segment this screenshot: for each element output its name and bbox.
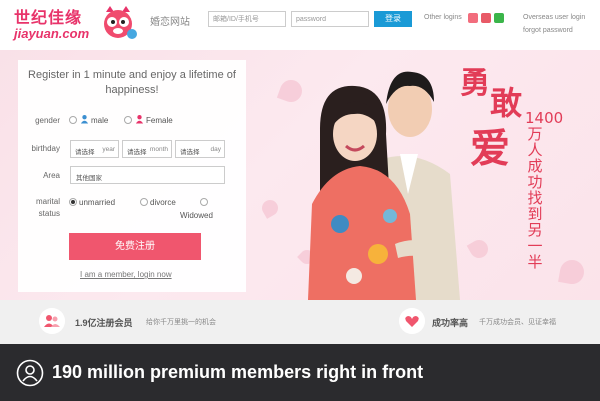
members-icon bbox=[39, 308, 65, 334]
free-register-button[interactable]: 免费注册 bbox=[69, 233, 201, 260]
account-input[interactable] bbox=[208, 11, 286, 27]
birth-year-select[interactable]: 请选择 year bbox=[70, 140, 119, 158]
weibo-icon[interactable] bbox=[481, 13, 491, 23]
area-select[interactable]: 其他国家 bbox=[70, 166, 225, 184]
caption-text: 190 million premium members right in fro… bbox=[52, 362, 424, 382]
marital-unmarried-label[interactable]: unmarried bbox=[79, 198, 115, 207]
area-value: 其他国家 bbox=[76, 175, 102, 182]
feature-members-desc: 给你千万里挑一的机会 bbox=[146, 319, 216, 326]
site-type-label: 婚恋网站 bbox=[150, 17, 190, 28]
gender-male-radio[interactable] bbox=[69, 116, 77, 124]
birth-year-unit: year bbox=[102, 146, 115, 153]
features-bar: 1.9亿注册会员 给你千万里挑一的机会 成功率高 千万成功会员、见证幸福 bbox=[0, 300, 600, 344]
marital-label-line1: marital bbox=[35, 197, 60, 206]
birth-day-value: 请选择 bbox=[180, 149, 200, 156]
headline-char: 勇 bbox=[460, 66, 490, 101]
login-button[interactable]: 登录 bbox=[374, 11, 412, 27]
birth-month-select[interactable]: 请选择 month bbox=[122, 140, 172, 158]
couple-photo bbox=[308, 71, 460, 300]
petal-decoration bbox=[558, 258, 586, 286]
birth-month-value: 请选择 bbox=[127, 149, 147, 156]
marital-divorce-radio[interactable] bbox=[140, 198, 148, 206]
hero-slogan: 1400万人成功找到另一半 bbox=[525, 109, 564, 271]
other-logins-label: Other logins bbox=[424, 14, 462, 21]
birthday-label: birthday bbox=[31, 144, 60, 153]
gender-label: gender bbox=[35, 116, 60, 125]
petal-decoration bbox=[259, 197, 281, 219]
female-icon bbox=[135, 115, 144, 124]
form-title: Register in 1 minute and enjoy a lifetim… bbox=[28, 69, 236, 96]
gender-male-label[interactable]: male bbox=[91, 116, 108, 125]
logo-domain-text: jiayuan.com bbox=[14, 26, 90, 41]
user-icon bbox=[16, 359, 44, 387]
headline-char: 爱 bbox=[470, 125, 510, 172]
marital-widowed-radio[interactable] bbox=[200, 198, 208, 206]
marital-unmarried-radio[interactable] bbox=[69, 198, 77, 206]
birth-month-unit: month bbox=[149, 146, 168, 153]
mascot-icon bbox=[104, 6, 137, 39]
heart-icon bbox=[399, 308, 425, 334]
gender-female-label[interactable]: Female bbox=[146, 116, 173, 125]
qq-icon[interactable] bbox=[468, 13, 478, 23]
area-label: Area bbox=[43, 171, 60, 180]
overseas-login-link[interactable]: Overseas user login bbox=[523, 14, 585, 21]
feature-success-desc: 千万成功会员、见证幸福 bbox=[479, 319, 556, 326]
male-icon bbox=[80, 115, 89, 124]
petal-decoration bbox=[466, 236, 492, 262]
birth-day-unit: day bbox=[210, 146, 221, 153]
forgot-password-link[interactable]: forgot password bbox=[523, 27, 573, 34]
birth-day-select[interactable]: 请选择 day bbox=[175, 140, 225, 158]
site-logo[interactable]: 世纪佳缘 jiayuan.com bbox=[14, 4, 140, 46]
password-input[interactable] bbox=[291, 11, 369, 27]
caption-bar: 190 million premium members right in fro… bbox=[0, 344, 600, 401]
wechat-icon[interactable] bbox=[494, 13, 504, 23]
member-login-link[interactable]: I am a member, login now bbox=[80, 270, 172, 279]
top-header: 世纪佳缘 jiayuan.com 婚恋网站 登录 Other logins Ov… bbox=[0, 0, 600, 50]
logo-chinese-text: 世纪佳缘 bbox=[14, 8, 83, 27]
gender-female-radio[interactable] bbox=[124, 116, 132, 124]
feature-members-title: 1.9亿注册会员 bbox=[75, 318, 133, 328]
feature-success-title: 成功率高 bbox=[432, 318, 469, 328]
birth-year-value: 请选择 bbox=[75, 149, 95, 156]
marital-widowed-label[interactable]: Widowed bbox=[180, 211, 213, 220]
marital-label-line2: status bbox=[38, 209, 60, 218]
marital-divorce-label[interactable]: divorce bbox=[150, 198, 176, 207]
